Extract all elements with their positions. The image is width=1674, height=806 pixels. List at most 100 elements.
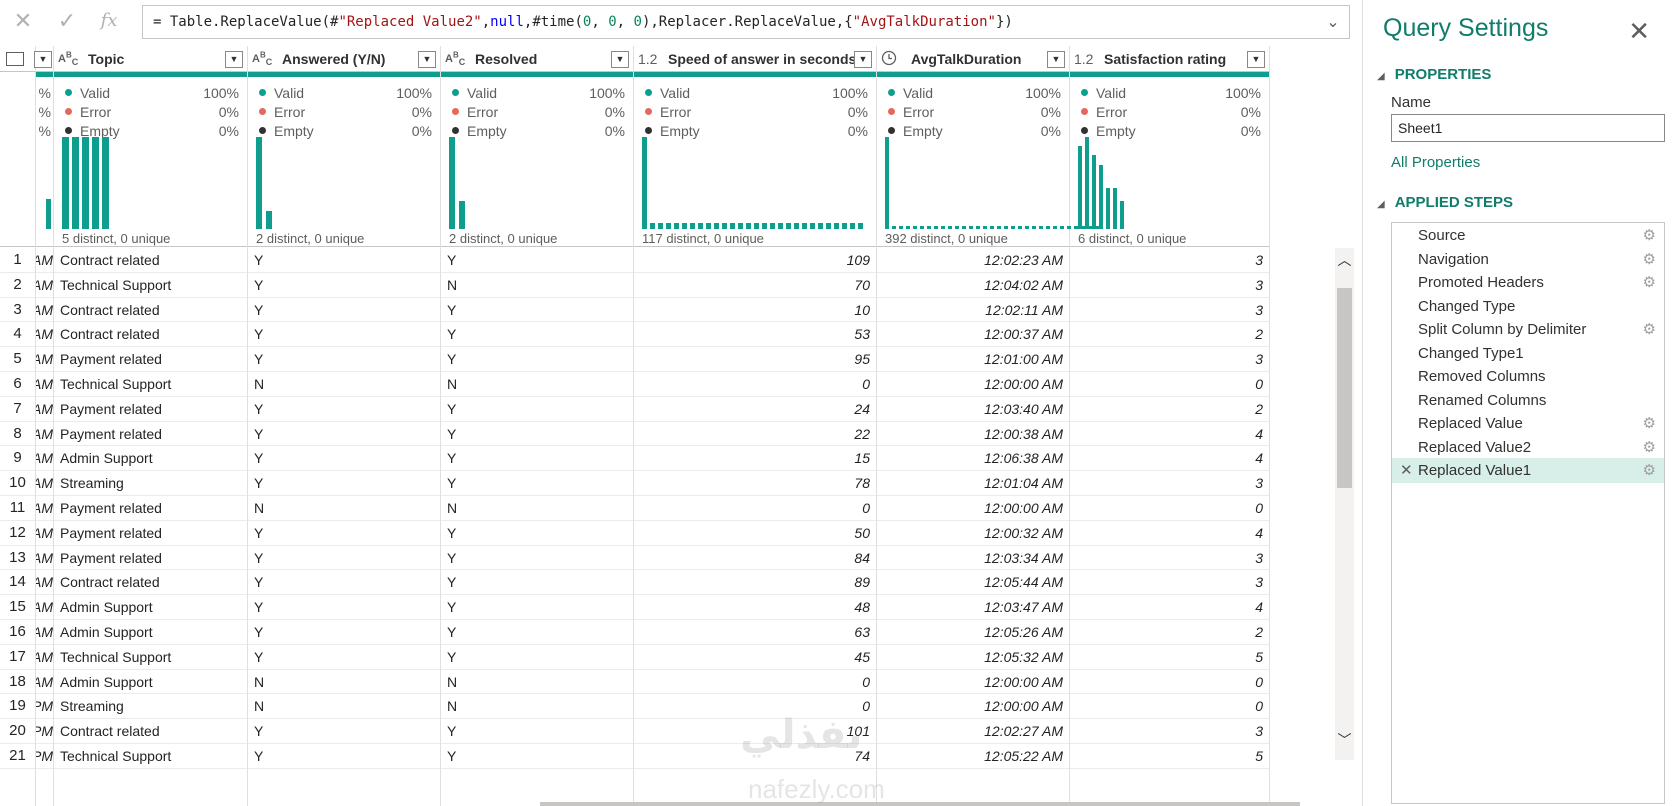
table-cell[interactable]: 3 <box>1070 570 1269 596</box>
table-cell[interactable]: AM <box>36 595 53 620</box>
table-cell[interactable]: 0 <box>1070 694 1269 720</box>
filter-dropdown-icon[interactable]: ▼ <box>225 51 243 68</box>
column-header[interactable]: ABC Answered (Y/N) ▼ <box>248 46 440 72</box>
applied-step[interactable]: Source ⚙ <box>1392 223 1664 248</box>
table-cell[interactable]: Y <box>441 471 633 496</box>
table-cell[interactable]: Technical Support <box>54 744 247 769</box>
column-header[interactable]: 1.2 Speed of answer in seconds ▼ <box>634 46 876 72</box>
table-cell[interactable]: 48 <box>634 595 876 620</box>
table-cell[interactable]: Y <box>441 521 633 546</box>
table-cell[interactable]: Admin Support <box>54 620 247 645</box>
gear-icon[interactable]: ⚙ <box>1643 247 1656 272</box>
table-cell[interactable]: AM <box>36 248 53 273</box>
table-cell[interactable]: 12:05:22 AM <box>877 744 1069 769</box>
table-cell[interactable]: AM <box>36 670 53 695</box>
row-number[interactable]: 16 <box>0 620 35 645</box>
table-cell[interactable]: 4 <box>1070 521 1269 546</box>
table-cell[interactable]: N <box>441 273 633 298</box>
scrollbar-thumb[interactable] <box>1337 288 1352 488</box>
row-number[interactable]: 5 <box>0 347 35 372</box>
table-cell[interactable]: AM <box>36 422 53 447</box>
table-cell[interactable]: Y <box>248 719 440 744</box>
column-header[interactable]: AvgTalkDuration ▼ <box>877 46 1069 72</box>
table-cell[interactable]: Technical Support <box>54 645 247 670</box>
table-cell[interactable]: Y <box>441 744 633 769</box>
table-cell[interactable]: 0 <box>634 372 876 397</box>
filter-dropdown-icon[interactable]: ▼ <box>854 51 872 68</box>
table-cell[interactable]: Y <box>248 521 440 546</box>
collapse-triangle-icon[interactable]: ◢ <box>1377 71 1385 82</box>
table-cell[interactable]: Admin Support <box>54 446 247 472</box>
table-cell[interactable]: 3 <box>1070 273 1269 298</box>
table-cell[interactable]: AM <box>36 521 53 546</box>
applied-step[interactable]: Renamed Columns <box>1392 388 1664 413</box>
table-cell[interactable]: 12:05:26 AM <box>877 620 1069 645</box>
row-number[interactable]: 13 <box>0 546 35 571</box>
row-number[interactable]: 17 <box>0 645 35 670</box>
applied-step[interactable]: ✕ Replaced Value1 ⚙ <box>1392 458 1664 483</box>
cancel-icon[interactable]: ✕ <box>8 6 38 36</box>
table-cell[interactable]: Technical Support <box>54 372 247 397</box>
all-properties-link[interactable]: All Properties <box>1391 154 1480 171</box>
table-cell[interactable]: Y <box>441 248 633 273</box>
table-cell[interactable]: N <box>441 694 633 720</box>
row-number[interactable]: 7 <box>0 397 35 422</box>
table-cell[interactable]: Payment related <box>54 397 247 422</box>
table-cell[interactable]: AM <box>36 397 53 422</box>
table-cell[interactable]: 12:00:00 AM <box>877 670 1069 695</box>
table-cell[interactable]: Y <box>248 248 440 273</box>
table-cell[interactable]: Y <box>441 298 633 323</box>
table-cell[interactable]: 12:00:00 AM <box>877 694 1069 720</box>
table-cell[interactable]: 12:00:00 AM <box>877 372 1069 397</box>
properties-section-header[interactable]: ◢ PROPERTIES <box>1377 66 1491 83</box>
table-cell[interactable]: Streaming <box>54 694 247 720</box>
table-cell[interactable]: 12:00:37 AM <box>877 322 1069 348</box>
table-cell[interactable]: Contract related <box>54 248 247 273</box>
table-cell[interactable]: 78 <box>634 471 876 496</box>
table-cell[interactable]: 70 <box>634 273 876 298</box>
table-cell[interactable]: N <box>248 670 440 695</box>
table-cell[interactable]: 12:03:47 AM <box>877 595 1069 620</box>
table-cell[interactable]: 12:02:11 AM <box>877 298 1069 323</box>
table-cell[interactable]: 95 <box>634 347 876 372</box>
row-number[interactable]: 10 <box>0 471 35 496</box>
table-cell[interactable]: Payment related <box>54 496 247 521</box>
check-icon[interactable]: ✓ <box>52 6 82 36</box>
table-cell[interactable]: 24 <box>634 397 876 422</box>
table-cell[interactable]: PM <box>36 719 53 744</box>
table-cell[interactable]: Y <box>441 322 633 348</box>
table-cell[interactable]: 12:02:27 AM <box>877 719 1069 744</box>
column-header[interactable]: 1.2 Satisfaction rating ▼ <box>1070 46 1269 72</box>
table-cell[interactable]: N <box>441 372 633 397</box>
table-cell[interactable]: AM <box>36 546 53 571</box>
table-cell[interactable]: Contract related <box>54 298 247 323</box>
table-cell[interactable]: AM <box>36 496 53 521</box>
text-type-icon[interactable]: ABC <box>252 50 272 67</box>
decimal-type-icon[interactable]: 1.2 <box>638 51 657 67</box>
table-cell[interactable]: 4 <box>1070 422 1269 447</box>
gear-icon[interactable]: ⚙ <box>1643 317 1656 342</box>
table-cell[interactable]: Y <box>441 595 633 620</box>
table-cell[interactable]: Y <box>441 645 633 670</box>
applied-step[interactable]: Removed Columns <box>1392 364 1664 389</box>
table-cell[interactable]: 109 <box>634 248 876 273</box>
table-cell[interactable]: AM <box>36 273 53 298</box>
table-cell[interactable]: Y <box>248 645 440 670</box>
table-cell[interactable]: Y <box>248 570 440 596</box>
column-header[interactable] <box>0 46 35 72</box>
filter-dropdown-icon[interactable]: ▼ <box>1247 51 1265 68</box>
table-cell[interactable]: Payment related <box>54 347 247 372</box>
table-cell[interactable]: 0 <box>634 670 876 695</box>
table-cell[interactable]: 12:00:32 AM <box>877 521 1069 546</box>
table-cell[interactable]: 53 <box>634 322 876 348</box>
table-cell[interactable]: 12:02:23 AM <box>877 248 1069 273</box>
table-cell[interactable]: 50 <box>634 521 876 546</box>
table-cell[interactable]: N <box>248 496 440 521</box>
table-cell[interactable]: Y <box>248 422 440 447</box>
table-cell[interactable]: PM <box>36 694 53 720</box>
table-cell[interactable]: AM <box>36 645 53 670</box>
table-cell[interactable]: Y <box>248 446 440 472</box>
formula-input[interactable]: = Table.ReplaceValue(#"Replaced Value2",… <box>142 5 1350 39</box>
gear-icon[interactable]: ⚙ <box>1643 411 1656 436</box>
table-cell[interactable]: N <box>441 670 633 695</box>
